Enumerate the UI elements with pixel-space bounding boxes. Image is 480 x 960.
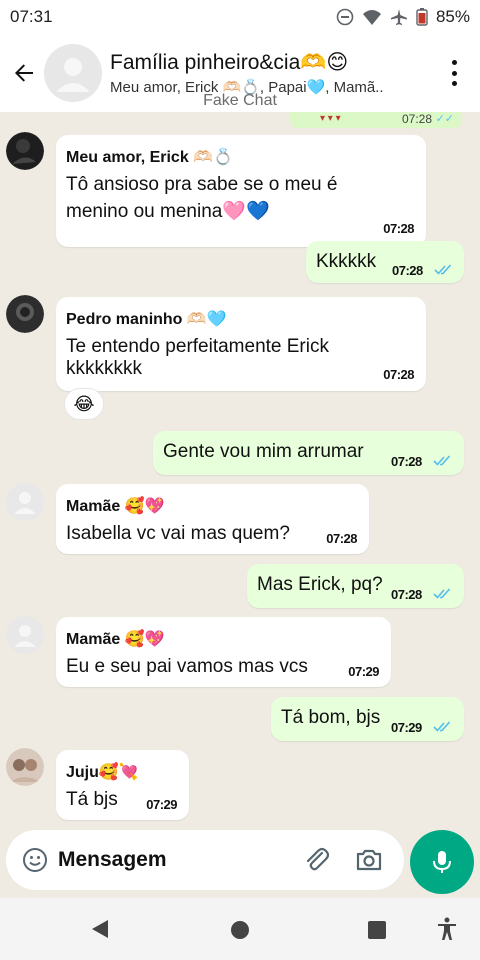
back-button[interactable] [4,53,44,93]
message-time: 07:29 [146,797,177,812]
accessibility-icon[interactable] [436,917,458,941]
microphone-icon [433,851,451,873]
message-sender: Pedro maninho 🫶🏻🩵 [66,311,227,328]
message-time: 07:28 [383,221,414,236]
double-check-icon [434,264,452,275]
person-placeholder-icon [6,616,44,654]
double-check-icon [433,721,451,732]
message-text: Tô ansioso pra sabe se o meu é [66,174,338,195]
message-text: menino ou menina🩷💙 [66,201,270,222]
message-bubble-outgoing-partial[interactable]: ▾ ▾ ▾ 07:28 ✓✓ [290,112,462,128]
message-bubble-incoming[interactable]: Meu amor, Erick 🫶🏻💍 Tô ansioso pra sabe … [56,135,426,247]
fake-chat-watermark: Fake Chat [203,92,277,109]
message-time: 07:28 [391,454,422,469]
avatar-photo [6,132,44,170]
nav-recents-icon[interactable] [368,921,386,939]
message-input[interactable] [58,848,288,872]
group-title: Família pinheiro&cia🫶😊 [110,51,349,74]
message-time: 07:29 [348,664,379,679]
message-reaction[interactable]: 😂 [64,388,104,420]
message-text: Isabella vc vai mas quem? [66,523,290,544]
message-sender: Mamãe 🥰💖 [66,498,165,515]
camera-icon [356,849,382,871]
message-sender: Juju🥰💘 [66,764,139,781]
status-time: 07:31 [10,7,53,26]
avatar-photo [6,748,44,786]
three-dots-icon [451,60,457,65]
message-time: 07:28 [401,112,432,126]
double-check-icon [433,588,451,599]
message-time: 07:28 [392,263,423,278]
message-bubble-incoming[interactable]: Juju🥰💘 Tá bjs 07:29 [56,750,189,820]
person-placeholder-icon [6,483,44,521]
battery-icon [416,8,428,26]
message-text: kkkkkkkk [66,358,142,379]
more-options-button[interactable] [442,56,466,90]
avatar-pedro[interactable] [6,295,44,333]
partial-emoji: ▾ ▾ ▾ [320,113,341,124]
paperclip-icon [306,847,330,871]
message-sender: Meu amor, Erick 🫶🏻💍 [66,149,234,166]
message-text: Kkkkkk [316,251,377,272]
message-text: Eu e seu pai vamos mas vcs [66,656,308,677]
message-text: Gente vou mim arrumar [163,441,364,462]
attach-button[interactable] [302,845,332,875]
emoji-icon [23,848,47,872]
message-text: Tá bjs [66,789,118,810]
battery-percent: 85% [435,7,470,26]
wifi-icon [362,10,381,25]
avatar-juju[interactable] [6,748,44,786]
message-composer [6,830,404,890]
message-time: 07:28 [391,587,422,602]
message-bubble-incoming[interactable]: Mamãe 🥰💖 Eu e seu pai vamos mas vcs 07:2… [56,617,391,687]
avatar-erick[interactable] [6,132,44,170]
message-time: 07:28 [383,367,414,382]
system-navigation-bar [0,898,480,960]
message-bubble-outgoing[interactable]: Tá bom, bjs 07:29 [271,697,464,741]
avatar-mamae[interactable] [6,616,44,654]
status-bar: 07:31 85% [0,0,480,34]
double-check-icon: ✓✓ [435,113,454,125]
avatar-mamae[interactable] [6,483,44,521]
message-sender: Mamãe 🥰💖 [66,631,165,648]
avatar-photo [6,295,44,333]
emoji-button[interactable] [20,845,50,875]
message-list[interactable]: ▾ ▾ ▾ 07:28 ✓✓ Meu amor, Erick 🫶🏻💍 Tô an… [0,112,480,828]
arrow-left-icon [15,64,33,82]
message-text: Mas Erick, pq? [257,574,383,595]
voice-message-button[interactable] [410,830,474,894]
message-bubble-outgoing[interactable]: Mas Erick, pq? 07:28 [247,564,464,608]
message-bubble-outgoing[interactable]: Gente vou mim arrumar 07:28 [153,431,464,475]
do-not-disturb-icon [336,8,354,26]
message-bubble-incoming[interactable]: Mamãe 🥰💖 Isabella vc vai mas quem? 07:28 [56,484,369,554]
message-bubble-incoming[interactable]: Pedro maninho 🫶🏻🩵 Te entendo perfeitamen… [56,297,426,391]
message-text: Tá bom, bjs [281,707,381,728]
message-time: 07:29 [391,720,422,735]
nav-home-icon[interactable] [231,921,249,939]
message-bubble-outgoing[interactable]: Kkkkkk 07:28 [306,241,464,283]
nav-back-icon[interactable] [90,919,110,939]
camera-button[interactable] [354,845,384,875]
airplane-icon [390,9,407,25]
message-time: 07:28 [326,531,357,546]
header-info[interactable]: Família pinheiro&cia🫶😊 Meu amor, Erick 🫶… [110,50,428,96]
double-check-icon [433,455,451,466]
